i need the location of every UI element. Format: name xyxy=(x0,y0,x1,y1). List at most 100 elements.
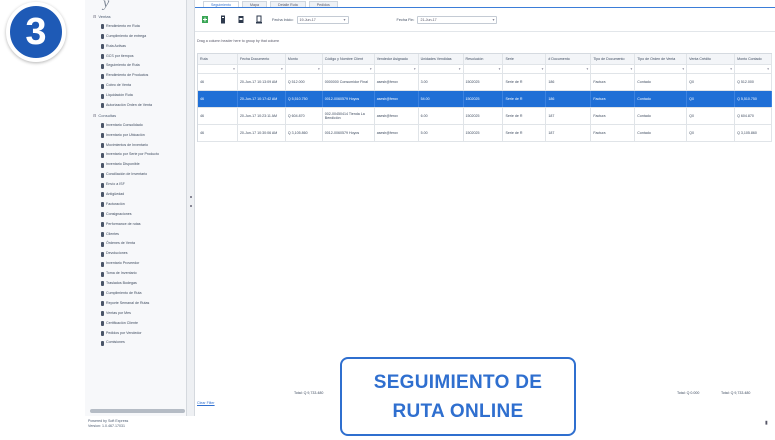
column-filter-icon[interactable]: ▾ xyxy=(635,65,688,73)
report-icon xyxy=(101,291,104,297)
sidebar-item[interactable]: Reporte Semanal de Rutas xyxy=(85,299,186,309)
print-button[interactable] xyxy=(236,14,246,25)
table-row[interactable]: 46 20-Jun-17 10:13:09 AM Q 512.000 0000000 … xyxy=(198,74,773,91)
table-row[interactable]: 46 20-Jun-17 10:17:42 AM Q 5,510.750 0012-0… xyxy=(198,91,773,108)
sidebar-item[interactable]: GCS por tiempos xyxy=(85,52,186,62)
sidebar-item[interactable]: Inventario Proveedor xyxy=(85,259,186,269)
column-header[interactable]: Vendedor Asignado xyxy=(375,54,419,64)
sidebar-item-label: Certificación Cliente xyxy=(106,320,138,325)
settings-button[interactable] xyxy=(254,14,264,25)
sidebar-item[interactable]: Cobro de Venta xyxy=(85,81,186,91)
sidebar-item[interactable]: Cumplimiento de Ruta xyxy=(85,289,186,299)
sidebar-item[interactable]: Seguimiento de Ruta xyxy=(85,61,186,71)
data-grid: Ruta Fecha Documento Monto Código y Nombre … xyxy=(197,53,773,142)
sidebar-group[interactable]: ⊟ Ventas xyxy=(85,12,186,22)
column-filter-icon[interactable]: ▾ xyxy=(687,65,736,73)
table-row[interactable]: 46 20-Jun-17 10:23:11 AM Q 604.870 002-0045… xyxy=(198,108,773,125)
table-cell: asesh@ferox xyxy=(375,91,419,107)
export-button[interactable] xyxy=(218,14,228,25)
collapse-icon[interactable]: ⊟ xyxy=(93,12,96,22)
column-header[interactable]: Ruta xyxy=(198,54,238,64)
column-header[interactable]: Monto xyxy=(286,54,323,64)
collapse-icon[interactable]: ⊟ xyxy=(93,111,96,121)
sidebar-item[interactable]: Traslados Bodegas xyxy=(85,279,186,289)
column-header[interactable]: Resolución xyxy=(464,54,504,64)
refresh-button[interactable] xyxy=(200,14,210,25)
sidebar-item-label: Pedidos por Vendedor xyxy=(106,330,142,335)
sidebar-group-label: Consultas xyxy=(98,112,117,118)
column-filter-icon[interactable]: ▾ xyxy=(419,65,464,73)
column-filter-icon[interactable]: ▾ xyxy=(286,65,323,73)
report-icon xyxy=(101,321,104,327)
sidebar-horizontal-scrollbar[interactable] xyxy=(90,409,185,413)
sidebar-item[interactable]: Certificación Cliente xyxy=(85,319,186,329)
fecha-inicio-picker[interactable]: 19-Jun-17 xyxy=(296,15,349,24)
column-header[interactable]: Serie xyxy=(503,54,547,64)
panel-splitter[interactable] xyxy=(187,0,195,416)
column-header[interactable]: Monto Contado xyxy=(735,54,773,64)
column-header[interactable]: # Documento xyxy=(546,54,592,64)
column-header[interactable]: Tipo de Orden de Venta xyxy=(635,54,688,64)
table-cell: 20-Jun-17 10:23:11 AM xyxy=(238,108,286,124)
clear-filter-link[interactable]: Clear Filter xyxy=(197,401,215,405)
sidebar-item[interactable]: Envío a ISF xyxy=(85,180,186,190)
column-filter-icon[interactable]: ▾ xyxy=(735,65,773,73)
sidebar-item[interactable]: Comisiones xyxy=(85,338,186,348)
sidebar-item[interactable]: Clientes xyxy=(85,230,186,240)
column-filter-icon[interactable]: ▾ xyxy=(238,65,286,73)
column-filter-icon[interactable]: ▾ xyxy=(464,65,504,73)
sidebar-item[interactable]: Toma de Inventario xyxy=(85,269,186,279)
sidebar-item-label: Traslados Bodegas xyxy=(106,281,137,286)
sidebar-item[interactable]: Pedidos por Vendedor xyxy=(85,329,186,339)
table-cell: Q 604.870 xyxy=(735,108,773,124)
sidebar-item[interactable]: Movimientos de Inventario xyxy=(85,141,186,151)
app-logo: y xyxy=(103,0,110,11)
sidebar-item[interactable]: Performance de rutas xyxy=(85,220,186,230)
tab-mapa[interactable]: Mapa xyxy=(241,1,267,7)
tab-pedidos[interactable]: Pedidos xyxy=(308,1,338,7)
sidebar-item[interactable]: Ventas por Mes xyxy=(85,309,186,319)
print-icon xyxy=(238,16,244,23)
column-header[interactable]: Unidades Vendidas xyxy=(419,54,464,64)
sidebar-item[interactable]: Antigüedad xyxy=(85,190,186,200)
sidebar-item[interactable]: Autorización Orden de Venta xyxy=(85,101,186,111)
sidebar-item[interactable]: Liquidación Ruta xyxy=(85,91,186,101)
column-filter-icon[interactable]: ▾ xyxy=(323,65,375,73)
table-cell: Factura xyxy=(591,91,636,107)
sidebar-item[interactable]: Inventario por Ubicación xyxy=(85,131,186,141)
sidebar-item[interactable]: Rendimiento en Ruta xyxy=(85,22,186,32)
step-number-badge: 3 xyxy=(6,2,66,62)
table-row[interactable]: 46 20-Jun-17 10:30:06 AM Q 3,105.860 0012-0… xyxy=(198,125,773,142)
tab-seguimiento[interactable]: Seguimiento xyxy=(203,1,239,7)
table-cell: 46 xyxy=(198,74,238,90)
sidebar-item[interactable]: Inventario Consolidado xyxy=(85,121,186,131)
column-header[interactable]: Tipo de Documento xyxy=(591,54,636,64)
column-filter-icon[interactable]: ▾ xyxy=(546,65,592,73)
report-icon xyxy=(101,301,104,307)
sidebar-item[interactable]: Órdenes de Venta xyxy=(85,239,186,249)
column-header[interactable]: Fecha Documento xyxy=(238,54,286,64)
sidebar-item[interactable]: Cumplimiento de entrega xyxy=(85,32,186,42)
sidebar-item[interactable]: Facturación xyxy=(85,200,186,210)
sidebar-item[interactable]: Rendimiento de Productos xyxy=(85,71,186,81)
tab-detalle-ruta[interactable]: Detalle Ruta xyxy=(269,1,306,7)
table-cell: 002-00450414 Tienda La Bendición xyxy=(323,108,375,124)
column-header[interactable]: Venta Crédito xyxy=(687,54,736,64)
grid-filter-row: ▾ ▾ ▾ ▾ ▾ ▾ ▾ ▾ ▾ ▾ ▾ ▾ ▾ xyxy=(198,65,773,74)
column-filter-icon[interactable]: ▾ xyxy=(503,65,547,73)
column-filter-icon[interactable]: ▾ xyxy=(198,65,238,73)
fecha-inicio-label: Fecha Inicio: xyxy=(272,17,294,22)
sidebar-item[interactable]: Inventario por Serie por Producto xyxy=(85,150,186,160)
column-header[interactable]: Código y Nombre Client xyxy=(323,54,375,64)
sidebar-group[interactable]: ⊟ Consultas xyxy=(85,111,186,121)
sidebar-item[interactable]: Devoluciones xyxy=(85,249,186,259)
splitter-grip-icon xyxy=(190,196,192,198)
fecha-fin-picker[interactable]: 21-Jun-17 xyxy=(417,15,498,24)
group-by-hint: Drag a column header here to group by th… xyxy=(197,39,280,43)
sidebar-item[interactable]: Consignaciones xyxy=(85,210,186,220)
column-filter-icon[interactable]: ▾ xyxy=(591,65,636,73)
sidebar-item[interactable]: Conciliación de Inventario xyxy=(85,170,186,180)
column-filter-icon[interactable]: ▾ xyxy=(375,65,419,73)
sidebar-item[interactable]: Ruta Activas xyxy=(85,42,186,52)
sidebar-item[interactable]: Inventario Disponible xyxy=(85,160,186,170)
